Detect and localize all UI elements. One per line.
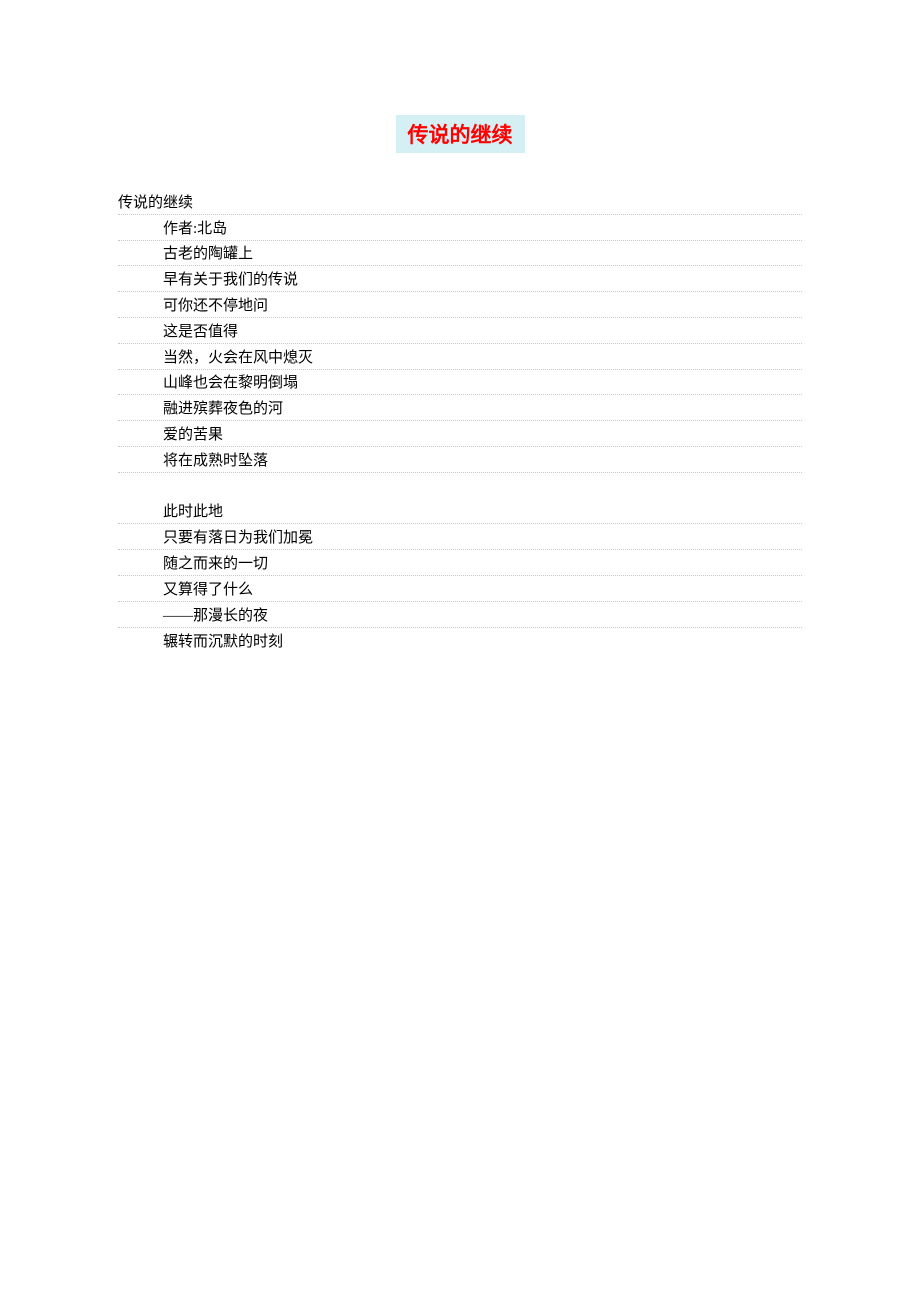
poem-line: ——那漫长的夜 [118, 602, 802, 628]
poem-line: 古老的陶罐上 [118, 241, 802, 267]
title-wrapper: 传说的继续 [118, 115, 802, 171]
poem-line: 只要有落日为我们加冕 [118, 524, 802, 550]
poem-line-text: 将在成熟时坠落 [118, 449, 270, 470]
poem-line-text: 只要有落日为我们加冕 [118, 526, 315, 547]
poem-line: 又算得了什么 [118, 576, 802, 602]
poem-line-text: ——那漫长的夜 [118, 604, 270, 625]
poem-line-text: 当然，火会在风中熄灭 [118, 346, 315, 367]
poem-author-line: 作者:北岛 [118, 215, 802, 241]
poem-title-line: 传说的继续 [118, 189, 802, 215]
poem-line-text: 山峰也会在黎明倒塌 [118, 371, 300, 392]
poem-line-text: 又算得了什么 [118, 578, 255, 599]
poem-line-text: 古老的陶罐上 [118, 242, 255, 263]
poem-line: 将在成熟时坠落 [118, 447, 802, 473]
poem-line: 山峰也会在黎明倒塌 [118, 370, 802, 396]
poem-line-text: 融进殡葬夜色的河 [118, 397, 285, 418]
poem-line: 爱的苦果 [118, 421, 802, 447]
poem-line: 随之而来的一切 [118, 550, 802, 576]
poem-line-text: 早有关于我们的传说 [118, 268, 300, 289]
poem-content: 传说的继续 作者:北岛 古老的陶罐上 早有关于我们的传说 可你还不停地问 这是否… [118, 189, 802, 653]
poem-line-text: 辗转而沉默的时刻 [118, 630, 285, 651]
poem-empty-line [118, 473, 802, 499]
poem-line-text: 此时此地 [118, 500, 225, 521]
poem-line: 这是否值得 [118, 318, 802, 344]
poem-line: 辗转而沉默的时刻 [118, 628, 802, 654]
poem-title-text: 传说的继续 [118, 191, 195, 212]
poem-line-text: 随之而来的一切 [118, 552, 270, 573]
poem-author-text: 作者:北岛 [118, 217, 229, 238]
document-title: 传说的继续 [396, 115, 525, 153]
poem-line: 融进殡葬夜色的河 [118, 395, 802, 421]
poem-line: 当然，火会在风中熄灭 [118, 344, 802, 370]
poem-line-text: 爱的苦果 [118, 423, 225, 444]
poem-line: 早有关于我们的传说 [118, 266, 802, 292]
poem-line-text: 这是否值得 [118, 320, 240, 341]
page-container: 传说的继续 传说的继续 作者:北岛 古老的陶罐上 早有关于我们的传说 可你还不停… [0, 0, 920, 653]
poem-line-text: 可你还不停地问 [118, 294, 270, 315]
poem-line: 此时此地 [118, 499, 802, 525]
poem-line: 可你还不停地问 [118, 292, 802, 318]
